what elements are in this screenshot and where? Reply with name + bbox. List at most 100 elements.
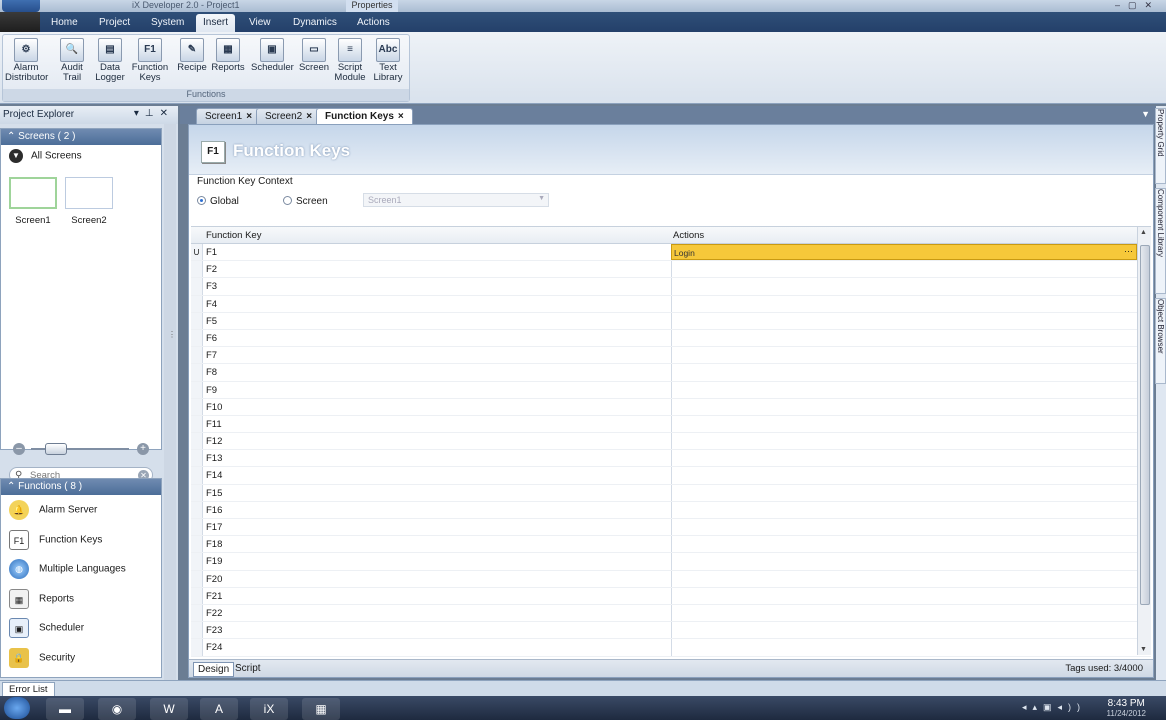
function-key-cell[interactable]: F6 [206,333,217,344]
vertical-scrollbar[interactable]: ▲ ▼ [1137,227,1151,655]
tab-screen1[interactable]: Screen1 × [196,108,262,124]
function-key-cell[interactable]: F16 [206,505,222,516]
actions-cell[interactable] [671,450,1137,467]
table-row[interactable]: F19 [191,553,1151,571]
function-item-scheduler[interactable]: ▣ Scheduler [1,613,161,643]
scroll-up-icon[interactable]: ▲ [1140,229,1147,236]
row-indicator[interactable] [191,261,203,278]
global-radio[interactable]: Global [197,196,239,207]
row-indicator[interactable] [191,347,203,364]
thumbnail-zoom-slider[interactable]: – + [13,443,149,457]
actions-cell[interactable] [671,553,1137,570]
row-indicator[interactable] [191,450,203,467]
tab-dynamics[interactable]: Dynamics [286,14,344,32]
explorer-icon[interactable]: ▬ [46,698,84,720]
tab-system[interactable]: System [144,14,191,32]
function-key-cell[interactable]: F15 [206,488,222,499]
actions-cell[interactable] [671,329,1137,347]
table-row[interactable]: F13 [191,450,1151,468]
row-indicator[interactable] [191,433,203,450]
tab-list-dropdown-icon[interactable]: ▼ [1141,109,1150,119]
function-key-cell[interactable]: F18 [206,539,222,550]
ix-developer-icon[interactable]: iX [250,698,288,720]
table-row[interactable]: F7 [191,347,1151,365]
function-key-cell[interactable]: F7 [206,350,217,361]
clock[interactable]: 8:43 PM 11/24/2012 [1107,698,1146,718]
data-logger-button[interactable]: ▤ Data Logger [89,37,131,91]
function-key-cell[interactable]: F19 [206,556,222,567]
script-tab[interactable]: Script [231,662,265,675]
tab-screen2[interactable]: Screen2 × [256,108,322,124]
scheduler-button[interactable]: ▣ Scheduler [251,37,294,91]
function-key-cell[interactable]: F3 [206,281,217,292]
row-indicator[interactable] [191,519,203,536]
row-indicator[interactable] [191,553,203,570]
row-indicator[interactable] [191,364,203,381]
tab-project[interactable]: Project [92,14,137,32]
audit-trail-button[interactable]: 🔍 Audit Trail [51,37,93,91]
table-row[interactable]: F22 [191,604,1151,623]
actions-cell[interactable] [671,433,1137,450]
function-item-function-keys[interactable]: F1 Function Keys [1,525,161,555]
system-tray[interactable]: ◂▴▣◂)) [1022,702,1086,713]
row-indicator[interactable] [191,587,203,604]
object-browser-tab[interactable]: Object Browser [1155,298,1166,384]
row-indicator[interactable] [191,570,203,587]
table-row[interactable]: F14 [191,467,1151,485]
actions-cell[interactable] [671,278,1137,295]
close-icon[interactable]: × [306,111,312,122]
row-indicator[interactable] [191,381,203,398]
screens-header[interactable]: ⌃ Screens ( 2 ) [1,129,161,145]
screen-select[interactable]: Screen1 ▼ [363,193,549,207]
design-tab[interactable]: Design [193,662,235,677]
row-indicator[interactable] [191,329,203,347]
row-indicator[interactable] [191,501,203,518]
actions-cell[interactable] [671,398,1137,415]
row-indicator[interactable] [191,295,203,312]
actions-cell[interactable] [671,519,1137,536]
word-icon[interactable]: W [150,698,188,720]
script-module-button[interactable]: ≡ Script Module [329,37,371,91]
actions-cell[interactable] [671,570,1137,587]
tab-home[interactable]: Home [44,14,85,32]
row-indicator[interactable] [191,622,203,639]
column-header-function-key[interactable]: Function Key [206,230,261,241]
table-row[interactable]: F8 [191,364,1151,382]
table-row[interactable]: F16 [191,501,1151,519]
table-row[interactable]: F9 [191,381,1151,399]
actions-cell[interactable] [671,312,1137,329]
function-key-cell[interactable]: F20 [206,574,222,585]
table-row[interactable]: F24 [191,639,1151,657]
function-key-cell[interactable]: F8 [206,367,217,378]
actions-cell[interactable] [671,415,1137,433]
properties-tab[interactable]: Properties [346,0,398,12]
table-row[interactable]: U F1 Login ··· [191,244,1151,262]
table-row[interactable]: F2 [191,261,1151,279]
row-indicator[interactable] [191,604,203,622]
function-key-cell[interactable]: F21 [206,591,222,602]
function-item-multiple-languages[interactable]: ◍ Multiple Languages [1,554,161,584]
function-item-alarm-server[interactable]: 🔔 Alarm Server [1,495,161,525]
table-row[interactable]: F11 [191,415,1151,434]
component-library-tab[interactable]: Component Library [1155,188,1166,294]
actions-cell[interactable]: Login ··· [671,244,1137,261]
scroll-down-icon[interactable]: ▼ [1140,646,1147,653]
application-menu-button[interactable] [2,0,40,12]
actions-cell[interactable] [671,364,1137,381]
zoom-handle[interactable] [45,443,67,455]
reports-button[interactable]: ▦ Reports [207,37,249,91]
function-item-reports[interactable]: ▦ Reports [1,584,161,614]
all-screens-item[interactable]: ▼ All Screens [1,145,161,167]
function-key-cell[interactable]: F13 [206,453,222,464]
start-button[interactable] [4,697,30,719]
function-key-cell[interactable]: F11 [206,419,222,430]
function-key-cell[interactable]: F24 [206,642,222,653]
function-key-cell[interactable]: F23 [206,625,222,636]
row-indicator[interactable]: U [191,244,203,261]
function-key-cell[interactable]: F12 [206,436,222,447]
table-row[interactable]: F5 [191,312,1151,330]
table-row[interactable]: F6 [191,329,1151,348]
actions-cell[interactable] [671,347,1137,364]
actions-cell[interactable] [671,604,1137,622]
table-row[interactable]: F23 [191,622,1151,640]
